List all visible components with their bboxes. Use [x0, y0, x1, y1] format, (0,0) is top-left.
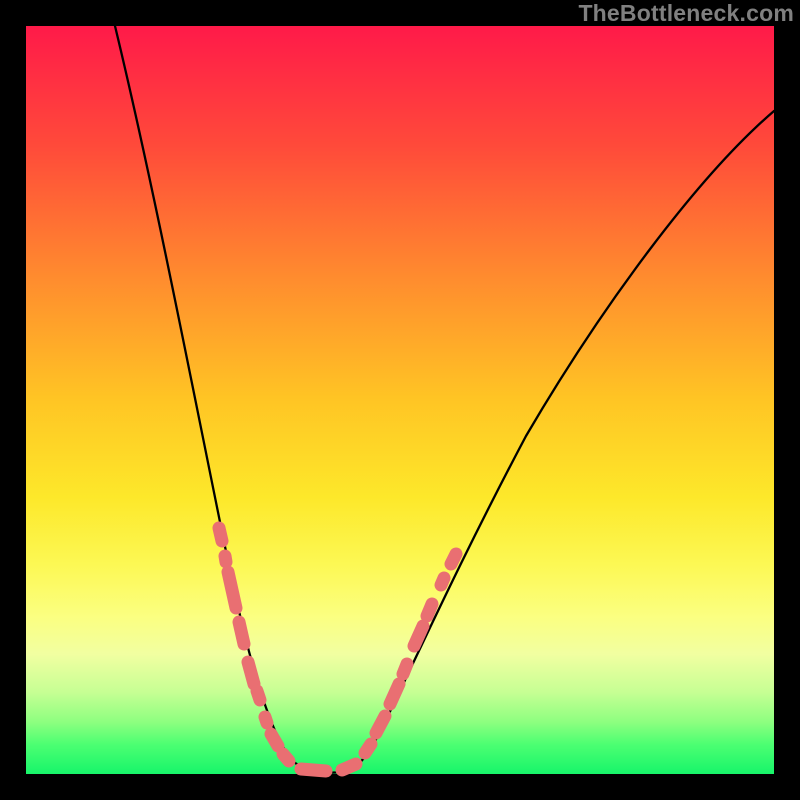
chart-svg — [26, 26, 774, 774]
bead-segment — [257, 691, 260, 700]
bead-segment — [301, 769, 326, 771]
bead-segment — [342, 764, 356, 770]
bead-segment — [219, 528, 222, 541]
bead-segment — [225, 556, 226, 562]
bead-segment — [414, 626, 423, 646]
bead-segment — [271, 734, 278, 746]
bead-segment — [239, 622, 244, 644]
bead-segment — [365, 744, 371, 753]
bead-segment — [376, 716, 385, 733]
bead-segment — [427, 604, 432, 616]
bead-segment — [228, 572, 236, 608]
attribution-watermark: TheBottleneck.com — [578, 0, 794, 27]
bead-segment — [248, 662, 254, 684]
bead-segment — [265, 717, 267, 723]
bead-segment — [390, 684, 399, 704]
bead-cluster-right — [365, 554, 456, 753]
bead-segment — [403, 664, 407, 674]
bead-segment — [451, 554, 456, 564]
bead-segment — [283, 754, 289, 761]
bead-cluster-left — [219, 528, 356, 771]
bead-segment — [441, 578, 444, 585]
bottleneck-curve — [115, 26, 774, 773]
